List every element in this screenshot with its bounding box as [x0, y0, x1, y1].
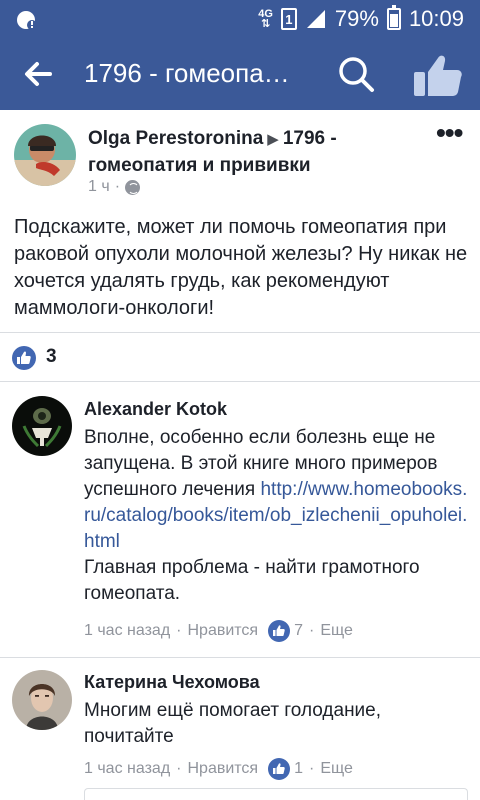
battery-icon [386, 5, 401, 30]
back-arrow-icon[interactable] [18, 56, 58, 92]
comment-author[interactable]: Alexander Kotok [84, 399, 227, 420]
caret-right-icon: ▶ [267, 131, 279, 148]
clock: 10:09 [408, 6, 464, 31]
battery-percent: 79% [334, 6, 379, 31]
avatar[interactable] [14, 124, 76, 186]
search-icon[interactable] [336, 54, 376, 94]
post-author[interactable]: Olga Perestoronina [88, 128, 263, 149]
like-reaction-icon [268, 758, 291, 780]
network-type-icon: 4G ⇅ [258, 8, 273, 30]
comments-list: Alexander Kotok Вполне, особенно если бо… [0, 382, 480, 800]
like-reaction-icon [268, 620, 291, 642]
status-bar: 4G ⇅ 1 79% 10:09 [0, 0, 480, 38]
comment-item: Alexander Kotok Вполне, особенно если бо… [0, 382, 480, 654]
post-card: Olga Perestoronina ▶ 1796 - гомеопатия и п… [0, 110, 480, 332]
comment-more-button[interactable]: Еще [320, 760, 353, 778]
shield-alert-icon [17, 11, 37, 30]
reply-preview-box[interactable] [84, 788, 468, 800]
like-reaction-icon [12, 346, 36, 370]
globe-icon [125, 179, 141, 195]
comment-time[interactable]: 1 час назад [84, 622, 170, 640]
comment-meta: 1 час назад · Нравится 1 · Еще [84, 758, 353, 780]
sim-icon: 1 [280, 8, 297, 30]
title-bar: 1796 - гомеопа… [0, 38, 480, 110]
post-text: Подскажите, может ли помочь гомеопатия п… [14, 216, 468, 319]
comment-text: Вполне, особенно если болезнь еще не зап… [84, 425, 468, 607]
thumbs-up-icon[interactable] [412, 50, 464, 98]
meta-dot: · [114, 178, 121, 195]
signal-icon [306, 10, 325, 28]
comment-like-button[interactable]: Нравится [187, 622, 258, 640]
avatar[interactable] [12, 670, 72, 730]
meta-dot: · [176, 760, 182, 777]
comment-text: Многим ещё помогает голодание, почитайте [84, 700, 382, 747]
comment-author[interactable]: Катерина Чехомова [84, 672, 260, 693]
meta-dot: · [176, 622, 182, 639]
comment-like-button[interactable]: Нравится [187, 760, 258, 778]
avatar[interactable] [12, 396, 72, 456]
meta-dot: · [309, 760, 315, 777]
more-dots-icon[interactable]: ••• [436, 119, 463, 147]
comment-text-tail: Главная проблема - найти грамотного гоме… [84, 557, 420, 604]
reaction-count: 3 [46, 346, 57, 367]
comment-time[interactable]: 1 час назад [84, 760, 170, 778]
comment-more-button[interactable]: Еще [320, 622, 353, 640]
post-header: Olga Perestoronina ▶ 1796 - гомеопатия и п… [88, 126, 418, 179]
comment-like-count: 7 [294, 622, 303, 639]
post-meta: 1 ч · [88, 178, 141, 196]
comment-meta: 1 час назад · Нравится 7 · Еще [84, 620, 353, 642]
comment-like-count: 1 [294, 760, 303, 777]
page-title: 1796 - гомеопа… [84, 58, 290, 88]
reactions-bar[interactable]: 3 [0, 332, 480, 382]
meta-dot: · [309, 622, 315, 639]
comment-item: Катерина Чехомова Многим ещё помогает го… [0, 658, 480, 800]
post-time[interactable]: 1 ч [88, 178, 110, 196]
